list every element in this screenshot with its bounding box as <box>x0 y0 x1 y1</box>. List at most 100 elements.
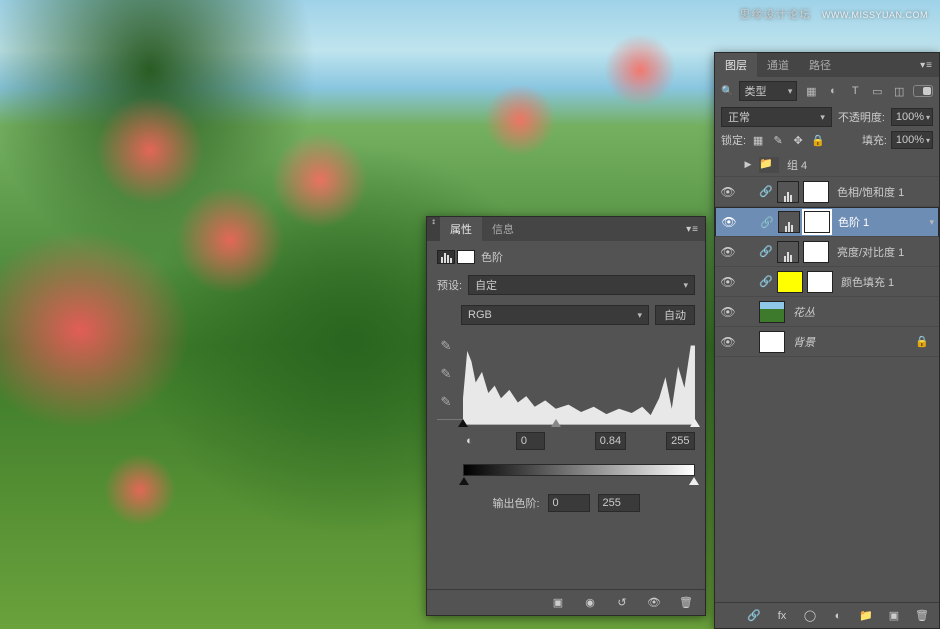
fill-field[interactable]: 100% <box>891 131 933 149</box>
input-gamma-field[interactable]: 0.84 <box>595 432 626 450</box>
visibility-toggle[interactable]: 👁 <box>720 215 738 229</box>
filter-adjust-icon[interactable]: ◐ <box>825 82 841 100</box>
link-icon[interactable]: 🔗 <box>759 275 773 288</box>
panel-menu-icon[interactable]: ▾≡ <box>914 60 939 71</box>
layer-thumb <box>759 301 785 323</box>
auto-button[interactable]: 自动 <box>655 305 695 325</box>
add-mask-icon[interactable]: ◯ <box>801 609 819 622</box>
link-icon[interactable]: 🔗 <box>760 216 774 229</box>
mask-thumb[interactable] <box>457 250 475 264</box>
tab-paths[interactable]: 路径 <box>799 53 841 77</box>
eyedropper-black-icon[interactable]: ✎ <box>435 335 457 357</box>
adjustment-icon <box>777 241 799 263</box>
levels-icon <box>437 250 455 264</box>
visibility-toggle[interactable]: 👁 <box>719 245 737 259</box>
watermark-text: 思缘设计论坛 <box>739 9 811 21</box>
visibility-toggle[interactable]: 👁 <box>719 275 737 289</box>
preset-select[interactable]: 自定 <box>468 275 695 295</box>
panel-drag-handle[interactable]: •• <box>427 217 440 241</box>
new-group-icon[interactable]: 📁 <box>857 609 875 622</box>
lock-all-icon[interactable]: 🔒 <box>810 134 826 147</box>
adjustment-name: 色阶 <box>481 249 503 265</box>
filter-pixel-icon[interactable]: ▦ <box>803 82 819 100</box>
layer-name[interactable]: 颜色填充 1 <box>837 274 935 290</box>
new-layer-icon[interactable]: ▣ <box>885 609 903 622</box>
layers-list: ▶ 📁 组 4 👁 🔗 色相/饱和度 1 👁 🔗 色阶 1 👁 🔗 <box>715 153 939 357</box>
lock-label: 锁定: <box>721 132 746 148</box>
link-layers-icon[interactable]: 🔗 <box>745 609 763 622</box>
eyedropper-white-icon[interactable]: ✎ <box>435 391 457 413</box>
layer-name[interactable]: 色相/饱和度 1 <box>833 184 935 200</box>
mask-thumb[interactable] <box>804 211 830 233</box>
blend-mode-select[interactable]: 正常 <box>721 107 832 127</box>
tab-channels[interactable]: 通道 <box>757 53 799 77</box>
input-white-field[interactable]: 255 <box>666 432 695 450</box>
link-icon[interactable]: 🔗 <box>759 245 773 258</box>
opacity-field[interactable]: 100% <box>891 108 933 126</box>
layer-style-icon[interactable]: fx <box>773 610 791 622</box>
layer-name[interactable]: 组 4 <box>783 157 935 173</box>
tab-properties[interactable]: 属性 <box>440 217 482 241</box>
filter-shape-icon[interactable]: ▭ <box>869 82 885 100</box>
visibility-toggle[interactable]: 👁 <box>719 335 737 349</box>
disclosure-icon[interactable]: ▶ <box>741 159 755 170</box>
mask-thumb[interactable] <box>803 241 829 263</box>
properties-panel: •• 属性 信息 ▾≡ 色阶 预设: 自定 RGB 自动 ✎ ✎ ✎ <box>426 216 706 616</box>
layer-group[interactable]: ▶ 📁 组 4 <box>715 153 939 177</box>
view-previous-icon[interactable]: ◉ <box>581 596 599 609</box>
filter-toggle[interactable] <box>913 85 933 97</box>
layer-colorfill[interactable]: 👁 🔗 颜色填充 1 <box>715 267 939 297</box>
lock-image-icon[interactable]: ✎ <box>770 134 786 147</box>
layer-name[interactable]: 亮度/对比度 1 <box>833 244 935 260</box>
tab-layers[interactable]: 图层 <box>715 53 757 77</box>
reset-icon[interactable]: ↺ <box>613 596 631 609</box>
lock-transparency-icon[interactable]: ▦ <box>750 134 766 147</box>
layer-name[interactable]: 花丛 <box>789 304 935 320</box>
filter-kind-icon[interactable]: 🔍 <box>721 86 733 97</box>
fill-label: 填充: <box>862 132 887 148</box>
tab-info[interactable]: 信息 <box>482 217 524 241</box>
watermark: 思缘设计论坛 WWW.MISSYUAN.COM <box>739 6 928 22</box>
output-white-handle[interactable] <box>689 477 699 485</box>
input-white-handle[interactable] <box>690 419 700 427</box>
panel-menu-icon[interactable]: ▾≡ <box>680 224 705 235</box>
lock-icon[interactable]: 🔒 <box>915 335 935 348</box>
input-black-field[interactable]: 0 <box>516 432 545 450</box>
layer-brightness[interactable]: 👁 🔗 亮度/对比度 1 <box>715 237 939 267</box>
filter-kind-select[interactable]: 类型 <box>739 81 797 101</box>
layer-background[interactable]: 👁 背景 🔒 <box>715 327 939 357</box>
input-black-handle[interactable] <box>458 419 468 427</box>
layer-hsl[interactable]: 👁 🔗 色相/饱和度 1 <box>715 177 939 207</box>
watermark-url: WWW.MISSYUAN.COM <box>822 10 928 20</box>
delete-layer-icon[interactable]: 🗑 <box>913 609 931 622</box>
channel-select[interactable]: RGB <box>461 305 649 325</box>
layer-levels[interactable]: 👁 🔗 色阶 1 <box>715 207 939 237</box>
input-gamma-handle[interactable] <box>551 419 561 427</box>
filter-smart-icon[interactable]: ◫ <box>891 82 907 100</box>
visibility-icon[interactable]: 👁 <box>645 596 663 609</box>
adjustment-icon <box>777 181 799 203</box>
output-black-handle[interactable] <box>459 477 469 485</box>
output-gradient[interactable] <box>463 464 695 476</box>
delete-icon[interactable]: 🗑 <box>677 596 695 609</box>
output-white-field[interactable]: 255 <box>598 494 640 512</box>
layer-thumb <box>759 331 785 353</box>
link-icon[interactable]: 🔗 <box>759 185 773 198</box>
visibility-toggle[interactable]: 👁 <box>719 185 737 199</box>
layer-name[interactable]: 背景 <box>789 334 911 350</box>
preset-label: 预设: <box>437 277 462 293</box>
eyedropper-gray-icon[interactable]: ✎ <box>435 363 457 385</box>
lock-position-icon[interactable]: ✥ <box>790 134 806 147</box>
layer-name[interactable]: 色阶 1 <box>834 214 925 230</box>
visibility-toggle[interactable]: 👁 <box>719 305 737 319</box>
mask-thumb[interactable] <box>803 181 829 203</box>
new-adjustment-icon[interactable]: ◐ <box>829 610 847 622</box>
mask-thumb[interactable] <box>807 271 833 293</box>
input-levels-slider[interactable] <box>463 420 695 430</box>
output-black-field[interactable]: 0 <box>548 494 590 512</box>
output-levels-label: 输出色阶: <box>492 495 539 511</box>
folder-icon: 📁 <box>759 157 779 173</box>
layer-flowers[interactable]: 👁 花丛 <box>715 297 939 327</box>
clip-to-layer-icon[interactable]: ▣ <box>549 596 567 609</box>
filter-type-icon[interactable]: T <box>847 82 863 100</box>
